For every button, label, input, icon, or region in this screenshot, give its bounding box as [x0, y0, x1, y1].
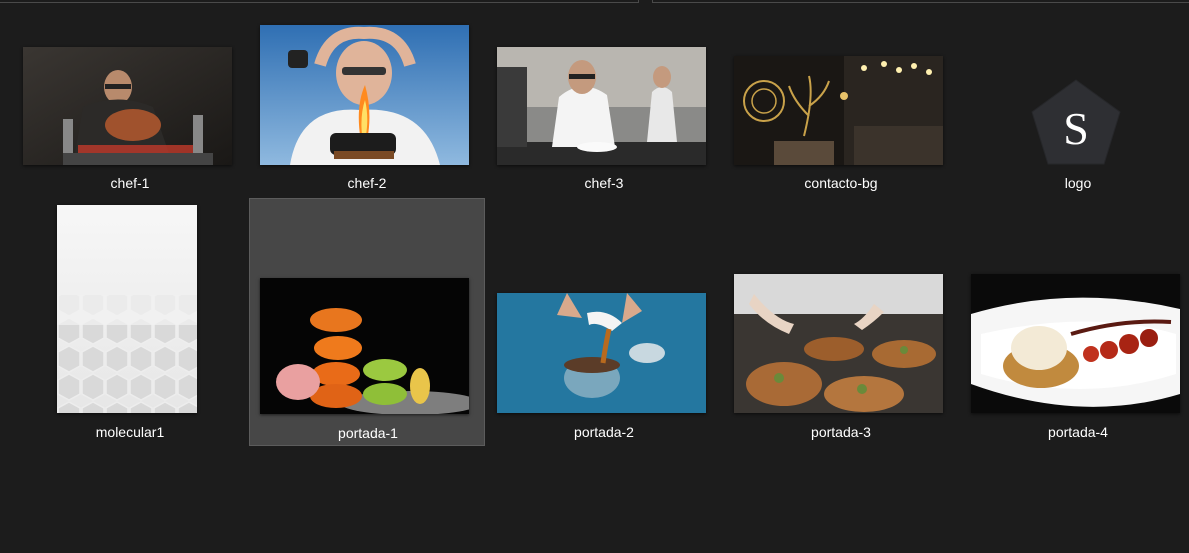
file-name: portada-1 [338, 425, 398, 441]
thumbnail-chef-1 [23, 47, 232, 165]
file-item-portada-1[interactable]: portada-1 [249, 198, 485, 446]
file-name: chef-2 [347, 175, 387, 191]
file-item-portada-3[interactable]: portada-3 [723, 199, 959, 446]
file-item-portada-4[interactable]: portada-4 [960, 199, 1189, 446]
file-name: chef-1 [110, 175, 150, 191]
file-name: portada-2 [574, 424, 634, 440]
file-item-chef-2[interactable]: chef-2 [249, 20, 485, 198]
file-item-contacto-bg[interactable]: contacto-bg [723, 20, 959, 198]
file-item-molecular1[interactable]: molecular1 [12, 199, 248, 446]
thumbnail-contacto-bg [734, 56, 943, 165]
thumbnail-portada-4 [971, 274, 1180, 413]
file-item-chef-3[interactable]: chef-3 [486, 20, 722, 198]
thumbnail-portada-2 [497, 293, 706, 413]
logo-letter: S [1063, 103, 1089, 154]
file-item-chef-1[interactable]: chef-1 [12, 20, 248, 198]
file-item-logo[interactable]: S logo [960, 20, 1189, 198]
file-name: contacto-bg [804, 175, 878, 191]
file-name: portada-4 [1048, 424, 1108, 440]
file-grid: chef-1 chef-2 chef-3 contacto-bg S logo … [0, 0, 1189, 553]
thumbnail-portada-3 [734, 274, 943, 413]
file-name: logo [1064, 175, 1092, 191]
thumbnail-chef-3 [497, 47, 706, 165]
file-name: portada-3 [811, 424, 871, 440]
thumbnail-portada-1 [260, 278, 469, 414]
file-item-portada-2[interactable]: portada-2 [486, 199, 722, 446]
file-name: chef-3 [584, 175, 624, 191]
thumbnail-molecular1 [57, 205, 197, 413]
thumbnail-chef-2 [260, 25, 469, 165]
file-name: molecular1 [95, 424, 165, 440]
thumbnail-logo: S [1026, 76, 1126, 168]
